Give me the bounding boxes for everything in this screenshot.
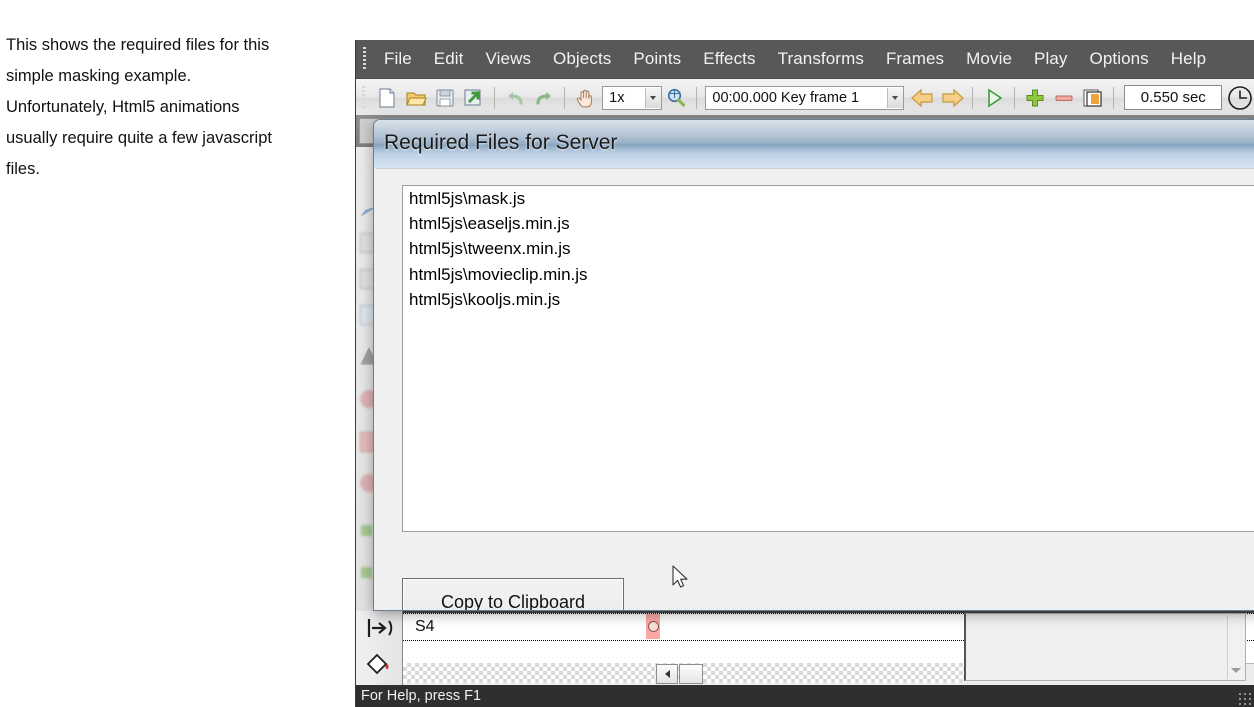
- toolbar-drag-handle[interactable]: [359, 85, 369, 110]
- toolbar-separator: [972, 86, 974, 109]
- scroll-left-button[interactable]: [656, 664, 678, 684]
- menu-item-objects[interactable]: Objects: [542, 47, 622, 71]
- add-frame-icon[interactable]: [1022, 84, 1049, 112]
- timeline-row-label: S4: [415, 618, 435, 635]
- play-icon[interactable]: [980, 84, 1007, 112]
- status-text: For Help, press F1: [361, 688, 482, 704]
- paint-bucket-icon[interactable]: [364, 651, 394, 681]
- remove-frame-icon[interactable]: [1051, 84, 1078, 112]
- copy-to-clipboard-button[interactable]: Copy to Clipboard: [402, 578, 624, 611]
- green-marker2-icon[interactable]: [361, 567, 372, 578]
- keyframe-combobox[interactable]: 00:00.000 Key frame 1: [705, 85, 904, 110]
- chevron-down-icon[interactable]: [1231, 668, 1241, 673]
- annotation-line: usually require quite a few javascript: [6, 129, 272, 147]
- menu-item-transforms[interactable]: Transforms: [767, 47, 875, 71]
- copy-to-clipboard-label: Copy to Clipboard: [440, 592, 586, 611]
- menu-item-options[interactable]: Options: [1079, 47, 1160, 71]
- menu-item-play[interactable]: Play: [1023, 47, 1078, 71]
- zoom-magnifier-icon[interactable]: [663, 84, 690, 112]
- dialog-body: html5js\mask.js html5js\easeljs.min.js h…: [376, 168, 1254, 610]
- chevron-down-icon[interactable]: [886, 87, 903, 108]
- annotation-text: This shows the required files for this s…: [6, 30, 336, 185]
- horizontal-scrollbar[interactable]: [403, 663, 964, 684]
- toolbar-separator: [1113, 86, 1115, 109]
- keyframe-marker[interactable]: [646, 614, 660, 639]
- toolbar-separator: [1014, 86, 1016, 109]
- annotation-line: Unfortunately, Html5 animations: [6, 98, 240, 116]
- toolbar-separator: [564, 86, 566, 109]
- frames-panel-icon[interactable]: [1080, 84, 1107, 112]
- menu-item-edit[interactable]: Edit: [423, 47, 475, 71]
- timeline-right-pane: [964, 613, 1246, 681]
- toolbar: 1x 00:00.000 Key frame 1 0.550 sec: [356, 79, 1254, 117]
- prev-frame-arrow-icon[interactable]: [910, 84, 937, 112]
- open-folder-icon[interactable]: [402, 84, 429, 112]
- duration-field[interactable]: 0.550 sec: [1124, 85, 1223, 110]
- keyframe-value: 00:00.000 Key frame 1: [712, 89, 860, 106]
- export-icon[interactable]: [460, 84, 487, 112]
- menu-item-frames[interactable]: Frames: [875, 47, 955, 71]
- vertical-scrollbar[interactable]: [1227, 615, 1244, 679]
- menu-item-points[interactable]: Points: [622, 47, 692, 71]
- duration-value: 0.550 sec: [1140, 89, 1206, 106]
- toolbar-separator: [493, 86, 495, 109]
- list-item[interactable]: html5js\movieclip.min.js: [403, 262, 1254, 287]
- undo-icon[interactable]: [502, 84, 529, 112]
- list-item[interactable]: html5js\tweenx.min.js: [403, 236, 1254, 261]
- menu-bar: File Edit Views Objects Points Effects T…: [356, 40, 1254, 79]
- clock-icon[interactable]: [1226, 84, 1253, 112]
- required-files-dialog: Required Files for Server html5js\mask.j…: [373, 119, 1254, 611]
- status-bar: For Help, press F1: [356, 685, 1254, 707]
- menu-item-help[interactable]: Help: [1160, 47, 1217, 71]
- green-marker-icon[interactable]: [361, 525, 372, 536]
- menu-item-views[interactable]: Views: [475, 47, 543, 71]
- list-item[interactable]: html5js\easeljs.min.js: [403, 211, 1254, 236]
- next-frame-arrow-icon[interactable]: [939, 84, 966, 112]
- zoom-level-value: 1x: [609, 89, 625, 106]
- toolbar-separator: [696, 86, 698, 109]
- menu-item-effects[interactable]: Effects: [692, 47, 766, 71]
- annotation-line: files.: [6, 160, 40, 178]
- goto-end-icon[interactable]: [364, 615, 394, 645]
- dialog-title: Required Files for Server: [384, 131, 618, 154]
- new-document-icon[interactable]: [374, 84, 401, 112]
- annotation-line: This shows the required files for this: [6, 36, 270, 54]
- save-floppy-icon[interactable]: [431, 84, 458, 112]
- redo-icon[interactable]: [531, 84, 558, 112]
- resize-grip-icon[interactable]: [1238, 692, 1252, 706]
- annotation-line: simple masking example.: [6, 67, 192, 85]
- hand-pan-icon[interactable]: [572, 84, 599, 112]
- list-item[interactable]: html5js\mask.js: [403, 186, 1254, 211]
- menu-item-file[interactable]: File: [373, 47, 423, 71]
- menubar-drag-handle[interactable]: [359, 47, 369, 71]
- chevron-down-icon[interactable]: [644, 87, 661, 108]
- timeline-tool-column: [356, 611, 403, 685]
- scroll-thumb[interactable]: [679, 664, 703, 684]
- required-files-list[interactable]: html5js\mask.js html5js\easeljs.min.js h…: [402, 185, 1254, 532]
- timeline-panel: S4: [356, 611, 1254, 685]
- zoom-level-combobox[interactable]: 1x: [602, 85, 662, 110]
- menu-item-movie[interactable]: Movie: [955, 47, 1023, 71]
- list-item[interactable]: html5js\kooljs.min.js: [403, 287, 1254, 312]
